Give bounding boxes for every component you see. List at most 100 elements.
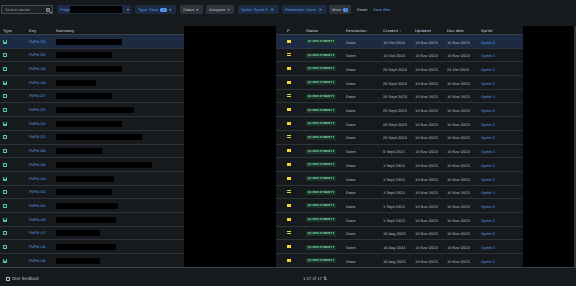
status-lozenge[interactable]: QC DEPLOYMENT ▾ [306, 230, 336, 236]
table-row[interactable]: PMPM-162 QC DEPLOYMENT ▾ Done 1 Sept 2023 13… [0, 186, 576, 200]
table-row[interactable]: PMPM-185 QC DEPLOYMENT ▾ Done 5 Sept 2023 13… [0, 145, 576, 159]
sprint-link[interactable]: Sprint 3 [481, 177, 495, 182]
more-filters-button[interactable]: More 3 [329, 5, 351, 14]
table-row[interactable]: PMPM-223 QC DEPLOYMENT ▾ Done 25 Sept 2023 1… [0, 131, 576, 145]
status-lozenge[interactable]: QC DEPLOYMENT ▾ [306, 258, 336, 264]
issue-key-link[interactable]: PMPM-227 [29, 94, 46, 98]
status-lozenge[interactable]: QC DEPLOYMENT ▾ [306, 217, 336, 223]
column-summary[interactable]: Summary [56, 28, 74, 33]
status-lozenge[interactable]: QC DEPLOYMENT ▾ [306, 148, 336, 154]
table-row[interactable]: PMPM-164 QC DEPLOYMENT ▾ Done 1 Sept 2023 13… [0, 158, 576, 172]
reset-filters-link[interactable]: Reset [357, 5, 367, 14]
status-lozenge[interactable]: QC DEPLOYMENT ▾ [306, 39, 336, 44]
resolution-cell: Done [346, 203, 356, 209]
assignee-filter[interactable]: Assignee ▾ [206, 5, 234, 14]
sprint-link[interactable]: Sprint 3 [481, 163, 495, 168]
table-row[interactable]: PMPM-228 QC DEPLOYMENT ▾ Done 25 Sept 2023 1… [0, 62, 576, 77]
sprint-link[interactable]: Sprint 3 [481, 231, 495, 236]
give-feedback-button[interactable]: Give feedback [6, 276, 39, 281]
sprint-link[interactable]: Sprint 3 [481, 135, 495, 140]
status-lozenge[interactable]: QC DEPLOYMENT ▾ [306, 244, 336, 250]
issue-key-link[interactable]: PMPM-163 [29, 177, 46, 181]
column-type[interactable]: Type [3, 28, 12, 33]
issue-key-link[interactable]: PMPM-162 [29, 190, 46, 194]
status-lozenge[interactable]: QC DEPLOYMENT ▾ [306, 162, 336, 168]
table-row[interactable]: PMPM-224 QC DEPLOYMENT ▾ Done 25 Sept 2023 1… [0, 117, 576, 131]
refresh-icon[interactable]: ⇅ [323, 276, 327, 282]
issue-key-link[interactable]: PMPM-230 [29, 53, 46, 57]
sprint-link[interactable]: Sprint 3 [481, 94, 495, 99]
issue-key-link[interactable]: PMPM-146 [29, 245, 46, 249]
status-lozenge[interactable]: QC DEPLOYMENT ▾ [306, 107, 336, 113]
column-updated[interactable]: Updated [415, 28, 431, 33]
table-row[interactable]: PMPM-147 QC DEPLOYMENT ▾ Done 15 Aug 2023 13… [0, 227, 576, 241]
type-filter[interactable]: Type: Story +1 ▾ [135, 5, 176, 14]
clear-resolution-filter-icon[interactable]: ✕ [319, 7, 322, 12]
sprint-link[interactable]: Sprint 3 [481, 204, 495, 209]
issue-key-link[interactable]: PMPM-145 [29, 259, 46, 263]
save-filter-link[interactable]: Save filter [373, 5, 391, 14]
clear-sprint-filter-icon[interactable]: ✕ [270, 7, 273, 12]
table-row[interactable]: PMPM-227 QC DEPLOYMENT ▾ Done 25 Sept 2023 1… [0, 90, 576, 104]
created-cell: 15 Aug 2023 [383, 258, 406, 264]
sprint-filter[interactable]: Sprint: Sprint 3 ✕ [238, 5, 279, 14]
sprint-link[interactable]: Sprint 3 [481, 190, 495, 195]
status-lozenge[interactable]: QC DEPLOYMENT ▾ [306, 134, 336, 140]
column-status[interactable]: Status [306, 28, 318, 33]
status-lozenge[interactable]: QC DEPLOYMENT ▾ [306, 52, 336, 58]
table-row[interactable]: PMPM-145 QC DEPLOYMENT ▾ Done 15 Aug 2023 13… [0, 254, 576, 268]
issue-key-link[interactable]: PMPM-228 [29, 67, 46, 71]
table-row[interactable]: PMPM-228 QC DEPLOYMENT ▾ Done 25 Sept 2023 1… [0, 76, 576, 90]
story-icon [3, 149, 7, 154]
sprint-link[interactable]: Sprint 3 [481, 245, 495, 250]
updated-cell: 13 Nov 2023 [415, 149, 438, 155]
status-lozenge[interactable]: QC DEPLOYMENT ▾ [306, 121, 336, 127]
sprint-link[interactable]: Sprint 3 [481, 81, 495, 86]
column-resolution[interactable]: Resolution [346, 28, 367, 33]
search-input[interactable]: Search issues [1, 5, 53, 14]
status-lozenge[interactable]: QC DEPLOYMENT ▾ [306, 93, 336, 99]
issue-key-link[interactable]: PMPM-161 [29, 204, 46, 208]
table-row[interactable]: PMPM-225 QC DEPLOYMENT ▾ Done 25 Sept 2023 1… [0, 104, 576, 118]
sprint-link[interactable]: Sprint 3 [481, 67, 495, 72]
column-created[interactable]: Created ↓ [383, 28, 401, 33]
resolution-filter[interactable]: Resolution: Done ✕ [282, 5, 327, 14]
sprint-link[interactable]: Sprint 3 [481, 218, 495, 223]
status-lozenge[interactable]: QC DEPLOYMENT ▾ [306, 203, 336, 209]
issue-key-link[interactable]: PMPM-225 [29, 108, 46, 112]
table-row[interactable]: PMPM-161 QC DEPLOYMENT ▾ Done 1 Sept 2023 13… [0, 199, 576, 214]
issue-key-link[interactable]: PMPM-147 [29, 231, 46, 235]
sprint-link[interactable]: Sprint 3 [481, 149, 495, 154]
table-row[interactable]: PMPM-233 QC DEPLOYMENT ▾ Done 10 Oct 2023 13… [0, 35, 576, 49]
column-sprint[interactable]: Sprint [481, 28, 493, 33]
sprint-link[interactable]: Sprint 3 [481, 259, 495, 264]
created-cell: 10 Oct 2023 [383, 53, 405, 59]
table-row[interactable]: PMPM-159 QC DEPLOYMENT ▾ Done 1 Sept 2023 13… [0, 213, 576, 227]
updated-cell: 13 Nov 2023 [415, 203, 438, 209]
status-filter[interactable]: Status ▾ [180, 5, 203, 14]
status-lozenge[interactable]: QC DEPLOYMENT ▾ [306, 189, 336, 195]
status-lozenge[interactable]: QC DEPLOYMENT ▾ [306, 176, 336, 181]
sprint-link[interactable]: Sprint 3 [481, 108, 495, 113]
issue-key-link[interactable]: PMPM-159 [29, 218, 46, 222]
table-row[interactable]: PMPM-230 QC DEPLOYMENT ▾ Done 10 Oct 2023 13… [0, 49, 576, 63]
issue-key-link[interactable]: PMPM-224 [29, 122, 46, 126]
issue-key-link[interactable]: PMPM-233 [29, 40, 46, 44]
status-lozenge[interactable]: QC DEPLOYMENT ▾ [306, 66, 336, 72]
issue-key-link[interactable]: PMPM-223 [29, 135, 46, 139]
sprint-link[interactable]: Sprint 3 [481, 40, 495, 45]
project-filter[interactable]: Project ▾ [57, 5, 131, 14]
resolution-cell: Done [346, 53, 356, 59]
column-key[interactable]: Key [29, 28, 36, 33]
issue-key-link[interactable]: PMPM-164 [29, 163, 46, 167]
issue-key-link[interactable]: PMPM-228 [29, 81, 46, 85]
column-priority[interactable]: P [287, 28, 290, 33]
status-lozenge[interactable]: QC DEPLOYMENT ▾ [306, 80, 336, 86]
table-row[interactable]: PMPM-163 QC DEPLOYMENT ▾ Done 1 Sept 2023 13… [0, 172, 576, 186]
column-due-date[interactable]: Due date [447, 28, 464, 33]
issue-key-link[interactable]: PMPM-185 [29, 149, 46, 153]
sprint-link[interactable]: Sprint 3 [481, 122, 495, 127]
due-date-cell: 10 Nov 2023 [447, 94, 470, 100]
sprint-link[interactable]: Sprint 3 [481, 53, 495, 58]
table-row[interactable]: PMPM-146 QC DEPLOYMENT ▾ Done 15 Aug 2023 13… [0, 241, 576, 255]
